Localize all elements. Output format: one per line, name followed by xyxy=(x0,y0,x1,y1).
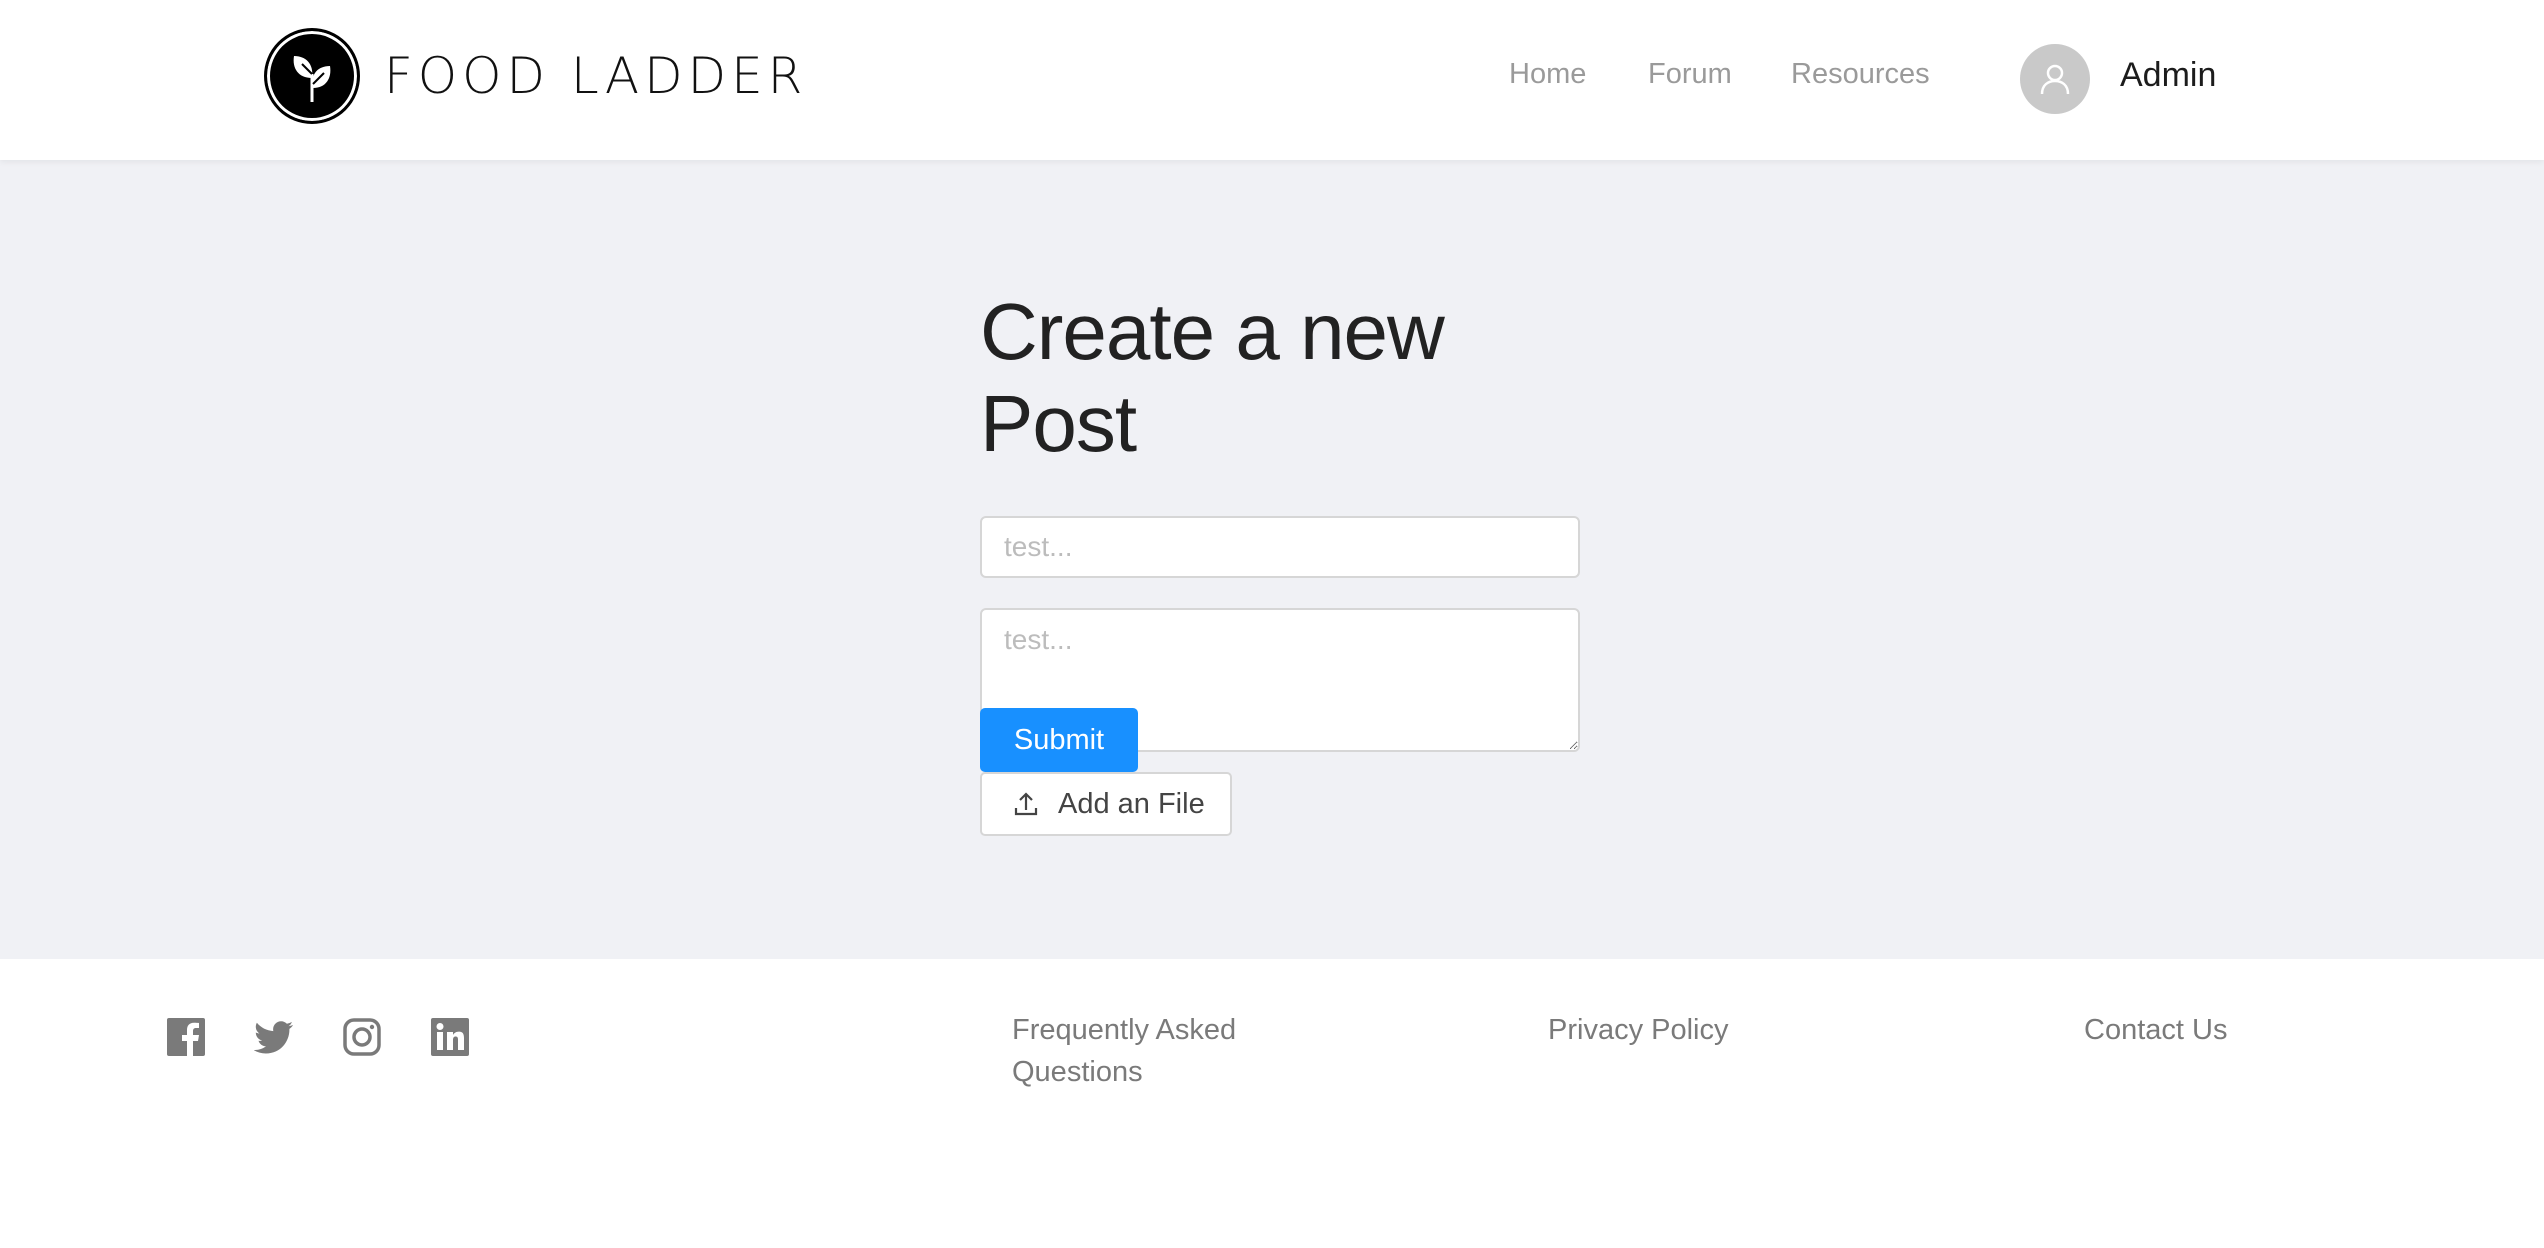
nav-resources[interactable]: Resources xyxy=(1791,58,1930,91)
leaf-icon xyxy=(264,28,360,124)
main-content: Create a new Post Submit Add an File xyxy=(0,160,2544,959)
upload-icon xyxy=(1012,790,1040,818)
user-icon[interactable] xyxy=(2020,44,2090,114)
submit-button[interactable]: Submit xyxy=(980,708,1138,772)
instagram-icon[interactable] xyxy=(342,1017,382,1057)
site-header: FOOD LADDER Home Forum Resources Admin xyxy=(0,0,2544,160)
twitter-icon[interactable] xyxy=(253,1017,294,1057)
brand-logo[interactable]: FOOD LADDER xyxy=(264,28,807,124)
linkedin-icon[interactable] xyxy=(430,1017,470,1057)
brand-name: FOOD LADDER xyxy=(384,47,808,105)
footer-link-contact[interactable]: Contact Us xyxy=(2084,1009,2227,1051)
facebook-icon[interactable] xyxy=(166,1017,206,1057)
add-file-label: Add an File xyxy=(1058,787,1205,820)
post-title-input[interactable] xyxy=(980,516,1580,578)
footer-link-faq[interactable]: Frequently Asked Questions xyxy=(1012,1009,1312,1093)
user-name[interactable]: Admin xyxy=(2120,56,2216,95)
add-file-button[interactable]: Add an File xyxy=(980,772,1232,836)
footer-link-privacy[interactable]: Privacy Policy xyxy=(1548,1009,1729,1051)
site-footer: Frequently Asked Questions Privacy Polic… xyxy=(0,959,2544,1248)
nav-home[interactable]: Home xyxy=(1509,58,1586,91)
page-title: Create a new Post xyxy=(980,287,1445,468)
nav-forum[interactable]: Forum xyxy=(1648,58,1732,91)
